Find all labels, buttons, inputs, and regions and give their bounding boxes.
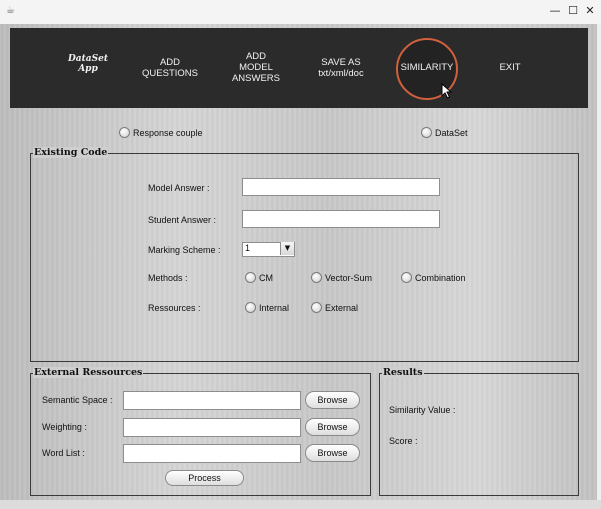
external-ressources-title: External Ressources xyxy=(33,367,144,378)
ressource-internal-label: Internal xyxy=(259,303,290,313)
menu-exit[interactable]: EXIT xyxy=(490,62,530,73)
method-cm-radio[interactable] xyxy=(245,272,256,283)
results-panel xyxy=(379,373,579,496)
dataset-radio[interactable] xyxy=(421,127,432,138)
model-answer-input[interactable] xyxy=(242,178,440,196)
weighting-input[interactable] xyxy=(123,418,301,437)
semantic-space-input[interactable] xyxy=(123,391,301,410)
marking-scheme-label: Marking Scheme : xyxy=(148,245,221,255)
model-answer-label: Model Answer : xyxy=(148,183,210,193)
chevron-down-icon[interactable]: ▼ xyxy=(280,242,294,255)
semantic-space-browse-button[interactable]: Browse xyxy=(305,391,360,409)
method-vector-sum-label: Vector-Sum xyxy=(325,273,373,283)
word-list-input[interactable] xyxy=(123,444,301,463)
close-button[interactable]: ✕ xyxy=(583,4,597,18)
ressource-external-radio[interactable] xyxy=(311,302,322,313)
response-couple-label: Response couple xyxy=(133,128,203,138)
menu-add-model-answers[interactable]: ADD MODEL ANSWERS xyxy=(224,51,288,84)
marking-scheme-value: 1 xyxy=(245,243,251,253)
response-couple-radio[interactable] xyxy=(119,127,130,138)
student-answer-label: Student Answer : xyxy=(148,215,217,225)
menu-add-questions[interactable]: ADD QUESTIONS xyxy=(138,57,202,79)
word-list-browse-button[interactable]: Browse xyxy=(305,444,360,462)
menu-similarity[interactable]: SIMILARITY xyxy=(396,62,458,73)
semantic-space-label: Semantic Space : xyxy=(42,395,113,405)
method-combination-label: Combination xyxy=(415,273,466,283)
score-label: Score : xyxy=(389,436,418,446)
word-list-label: Word List : xyxy=(42,448,85,458)
student-answer-input[interactable] xyxy=(242,210,440,228)
results-title: Results xyxy=(382,367,424,378)
process-button[interactable]: Process xyxy=(165,470,244,486)
existing-code-title: Existing Code xyxy=(33,147,109,158)
similarity-value-label: Similarity Value : xyxy=(389,405,456,415)
weighting-browse-button[interactable]: Browse xyxy=(305,418,360,436)
app-logo: DataSet App xyxy=(67,54,108,74)
maximize-button[interactable]: ☐ xyxy=(566,4,580,18)
window-edge xyxy=(597,24,601,509)
method-vector-sum-radio[interactable] xyxy=(311,272,322,283)
mouse-cursor-icon xyxy=(441,83,453,99)
method-combination-radio[interactable] xyxy=(401,272,412,283)
title-bar xyxy=(0,0,601,24)
minimize-button[interactable]: — xyxy=(548,4,562,18)
ressources-label: Ressources : xyxy=(148,303,201,313)
window-bottom-border xyxy=(0,500,601,509)
method-cm-label: CM xyxy=(259,273,273,283)
ressource-internal-radio[interactable] xyxy=(245,302,256,313)
ressource-external-label: External xyxy=(325,303,359,313)
menu-save-as[interactable]: SAVE AS txt/xml/doc xyxy=(305,57,377,79)
app-icon: ☕ xyxy=(6,5,15,16)
weighting-label: Weighting : xyxy=(42,422,87,432)
dataset-label: DataSet xyxy=(435,128,468,138)
methods-label: Methods : xyxy=(148,273,188,283)
